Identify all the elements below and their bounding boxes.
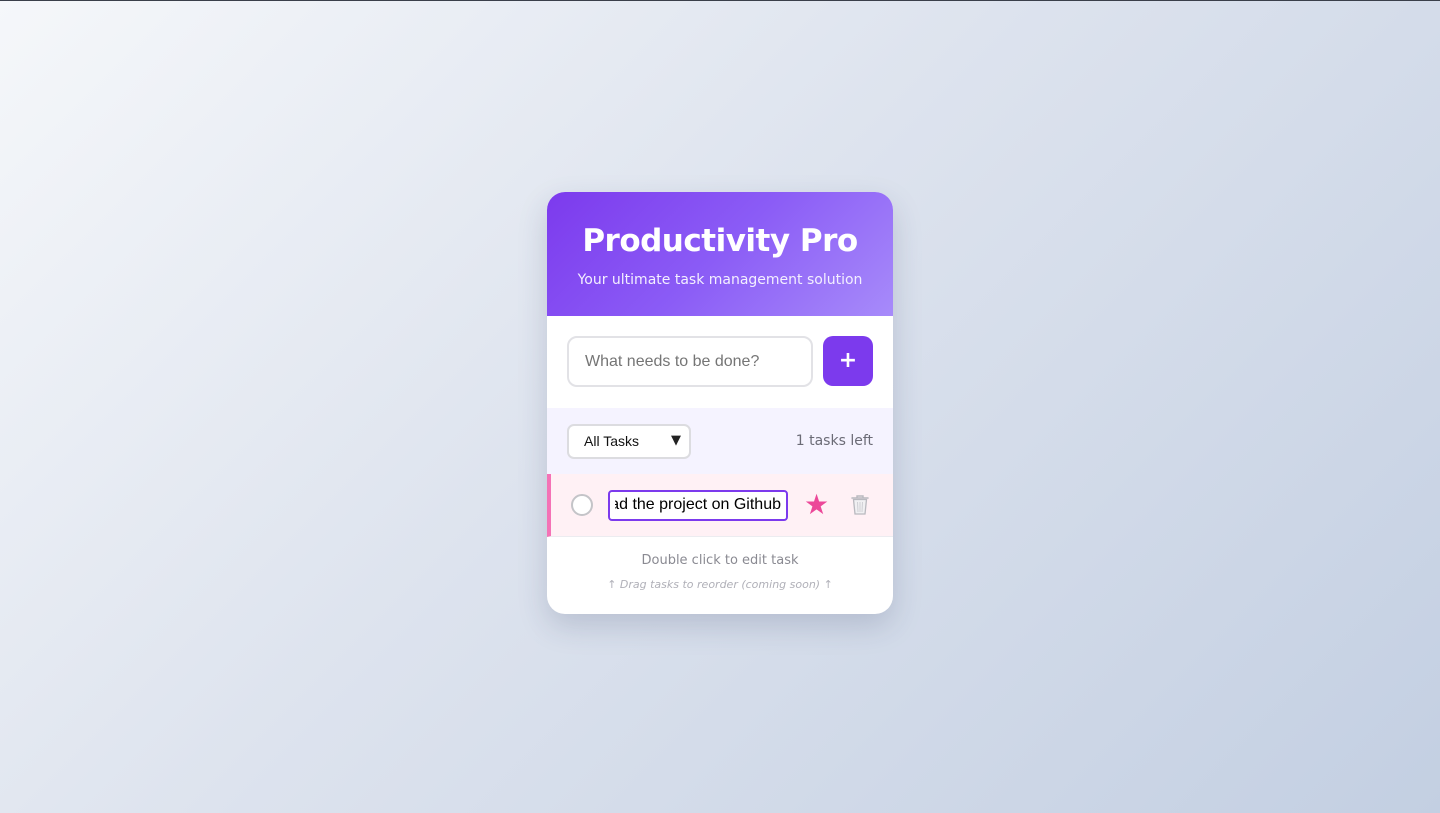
trash-icon[interactable] bbox=[849, 493, 871, 517]
app-subtitle: Your ultimate task management solution bbox=[577, 272, 863, 288]
edit-hint-text: Double click to edit task bbox=[641, 553, 799, 568]
add-task-row: + bbox=[547, 316, 893, 408]
task-edit-input[interactable] bbox=[608, 489, 788, 521]
task-item[interactable]: ★ bbox=[547, 474, 893, 537]
new-task-input[interactable] bbox=[567, 336, 813, 387]
task-filter-select[interactable]: All Tasks ▼ bbox=[567, 423, 691, 459]
star-icon[interactable]: ★ bbox=[804, 491, 829, 519]
add-task-button[interactable]: + bbox=[823, 336, 873, 386]
card-footer: Double click to edit task ↑ Drag tasks t… bbox=[547, 537, 893, 591]
task-complete-checkbox[interactable] bbox=[571, 494, 593, 516]
task-list: ★ bbox=[547, 474, 893, 537]
app-title: Productivity Pro bbox=[582, 223, 858, 259]
filter-bar: All Tasks ▼ 1 tasks left bbox=[547, 408, 893, 474]
chevron-down-icon: ▼ bbox=[671, 432, 681, 448]
todo-card: Productivity Pro Your ultimate task mana… bbox=[547, 192, 893, 614]
app-header: Productivity Pro Your ultimate task mana… bbox=[547, 192, 893, 316]
filter-selected-label: All Tasks bbox=[584, 433, 639, 449]
tasks-left-count: 1 tasks left bbox=[795, 433, 873, 449]
reorder-note-text: ↑ Drag tasks to reorder (coming soon) ↑ bbox=[607, 578, 833, 591]
